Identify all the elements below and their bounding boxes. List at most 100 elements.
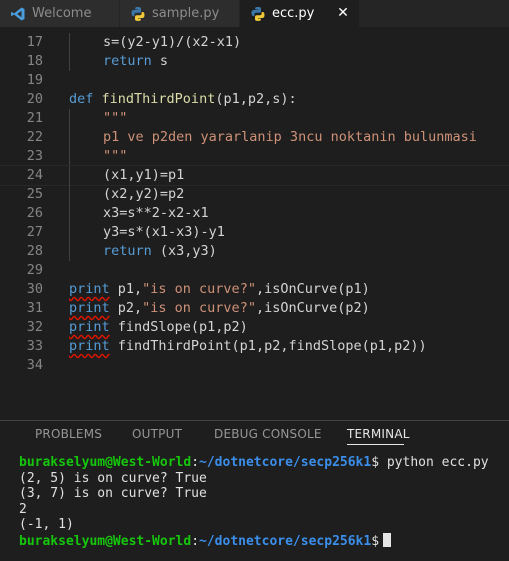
code-line[interactable]: 30 print p1,"is on curve?",isOnCurve(p1) (0, 280, 509, 299)
tab-sample-py[interactable]: sample.py (120, 0, 240, 27)
code-line[interactable]: 23 """ (0, 147, 509, 166)
terminal[interactable]: burakselyum@West-World:~/dotnetcore/secp… (19, 455, 504, 549)
code-token: s (151, 53, 169, 69)
code-text: print p2,"is on curve?",isOnCurve(p2) (69, 299, 370, 318)
terminal-output-line: (2, 5) is on curve? True (19, 470, 207, 486)
active-tab-indicator (347, 444, 404, 445)
line-number: 28 (26, 243, 43, 259)
terminal-command: python ecc.py (379, 455, 489, 470)
tab-label: sample.py (152, 6, 220, 21)
prompt-end: $ (371, 455, 380, 470)
code-line[interactable]: 22 p1 ve p2den yararlanip 3ncu noktanin b… (0, 128, 509, 147)
code-token: (x3,y3) (151, 243, 217, 259)
code-line[interactable]: 20 def findThirdPoint(p1,p2,s): (0, 90, 509, 109)
indent-guide (69, 128, 70, 147)
line-number: 22 (26, 129, 43, 145)
token-with-error: print (69, 281, 110, 297)
line-number: 29 (26, 262, 43, 278)
code-line[interactable]: 31 print p2,"is on curve?",isOnCurve(p2) (0, 299, 509, 318)
code-line[interactable]: 24 (x1,y1)=p1 (0, 165, 509, 186)
prompt-path: ~/dotnetcore/secp256k1 (199, 533, 372, 549)
code-token: findSlope(p1,p2) (109, 319, 248, 335)
indent-guide (69, 166, 70, 185)
indent-guide (69, 33, 70, 52)
code-line[interactable]: 25 (x2,y2)=p2 (0, 185, 509, 204)
code-token: findThirdPoint(p1,p2,findSlope(p1,p2)) (109, 338, 427, 354)
line-number: 25 (26, 186, 43, 202)
code-token: """ (103, 110, 128, 126)
code-token: p1 ve p2den yararlanip 3ncu noktanin bul… (103, 129, 477, 145)
prompt-user: burakselyum@West-World (19, 533, 192, 549)
code-line[interactable]: 33 print findThirdPoint(p1,p2,findSlope(p… (0, 337, 509, 356)
code-token: s=(y2-y1)/(x2-x1) (103, 34, 242, 50)
close-icon[interactable]: ✕ (335, 4, 351, 22)
line-number: 18 (26, 53, 43, 69)
code-editor[interactable]: 17 s=(y2-y1)/(x2-x1) 18 return s 19 20 def fin… (0, 27, 509, 420)
token-with-error: print (69, 338, 110, 354)
terminal-output-line: (-1, 1) (19, 517, 74, 532)
token-with-error: print (69, 300, 110, 316)
bottom-panel: PROBLEMS OUTPUT DEBUG CONSOLE TERMINAL b… (0, 420, 509, 561)
code-text: (x1,y1)=p1 (103, 166, 184, 185)
code-line[interactable]: 29 (0, 261, 509, 280)
line-number: 17 (26, 34, 43, 50)
tab-terminal[interactable]: TERMINAL (347, 427, 410, 441)
tab-problems[interactable]: PROBLEMS (35, 427, 102, 441)
code-line[interactable]: 34 (0, 356, 509, 375)
python-icon (131, 6, 145, 21)
code-text: print p1,"is on curve?",isOnCurve(p1) (69, 280, 370, 299)
code-token: p1, (109, 281, 143, 297)
panel-tabs: PROBLEMS OUTPUT DEBUG CONSOLE TERMINAL (0, 421, 509, 449)
code-token: findThirdPoint (101, 91, 216, 107)
indent-guide (69, 52, 70, 71)
code-token: (x2,y2)=p2 (103, 186, 185, 202)
code-line[interactable]: 18 return s (0, 52, 509, 71)
line-number: 23 (26, 148, 43, 164)
tab-welcome[interactable]: Welcome (0, 0, 120, 27)
code-text: p1 ve p2den yararlanip 3ncu noktanin bul… (103, 128, 477, 147)
code-token: "is on curve?" (142, 281, 256, 297)
code-text: y3=s*(x1-x3)-y1 (103, 223, 225, 242)
code-line[interactable]: 17 s=(y2-y1)/(x2-x1) (0, 33, 509, 52)
line-number: 26 (26, 205, 43, 221)
code-token: ,isOnCurve(p2) (255, 300, 370, 316)
line-number: 32 (26, 319, 43, 335)
code-line[interactable]: 19 (0, 71, 509, 90)
tab-ecc-py[interactable]: ecc.py ✕ (240, 0, 360, 27)
line-number: 31 (26, 300, 43, 316)
code-text: s=(y2-y1)/(x2-x1) (103, 33, 241, 52)
indent-guide (69, 147, 70, 166)
terminal-command-line: burakselyum@West-World:~/dotnetcore/secp… (19, 455, 504, 471)
code-token: "is on curve?" (142, 300, 256, 316)
prompt-separator: : (191, 533, 200, 549)
code-line[interactable]: 26 x3=s**2-x2-x1 (0, 204, 509, 223)
line-number: 24 (26, 167, 43, 183)
code-text: """ (103, 147, 127, 166)
line-number: 34 (26, 357, 43, 373)
code-line[interactable]: 32 print findSlope(p1,p2) (0, 318, 509, 337)
prompt-separator: : (191, 455, 200, 470)
tab-output[interactable]: OUTPUT (132, 427, 182, 441)
code-text: print findSlope(p1,p2) (69, 318, 248, 337)
python-icon (251, 6, 265, 21)
terminal-output-line: 2 (19, 501, 27, 517)
terminal-output-line: (3, 7) is on curve? True (19, 486, 207, 501)
line-number: 19 (26, 72, 43, 88)
indent-guide (69, 242, 70, 261)
code-line[interactable]: 27 y3=s*(x1-x3)-y1 (0, 223, 509, 242)
code-text: return s (103, 52, 168, 71)
code-token: y3=s*(x1-x3)-y1 (103, 224, 225, 240)
code-line[interactable]: 21 """ (0, 109, 509, 128)
line-number: 33 (26, 338, 43, 354)
tab-debug-console[interactable]: DEBUG CONSOLE (214, 427, 322, 441)
code-token: (x1,y1)=p1 (103, 167, 185, 183)
line-number: 21 (26, 110, 43, 126)
prompt-end: $ (371, 533, 380, 549)
code-text: """ (103, 109, 127, 128)
code-text: x3=s**2-x2-x1 (103, 204, 209, 223)
code-line[interactable]: 28 return (x3,y3) (0, 242, 509, 261)
code-token: return (103, 243, 152, 259)
code-token: ,isOnCurve(p1) (255, 281, 370, 297)
code-token: x3=s**2-x2-x1 (103, 205, 209, 221)
